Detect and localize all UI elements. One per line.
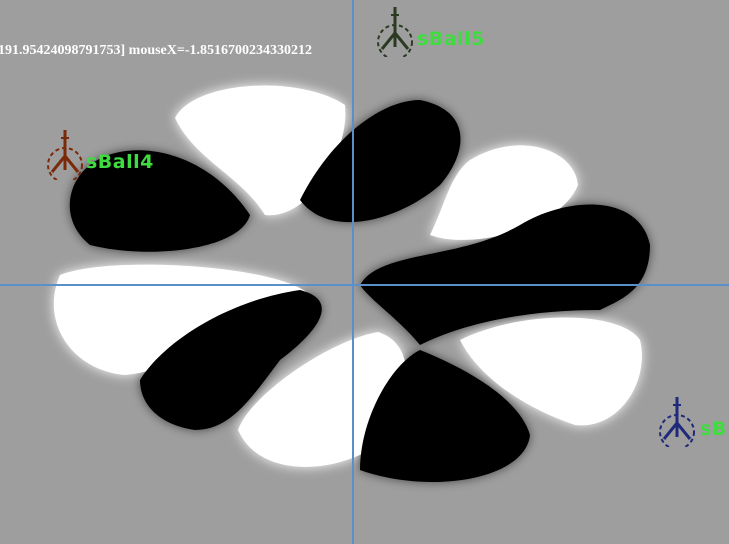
field-canvas[interactable] (0, 0, 729, 544)
ball-label: sBall5 (417, 28, 485, 50)
mouse-coordinate-readout: 191.95424098791753] mouseX=-1.8516700234… (0, 43, 313, 58)
ball-label: sBall4 (86, 151, 154, 173)
ball-label: sB (700, 419, 727, 439)
tripod-marker-icon[interactable] (38, 126, 92, 180)
tripod-marker-icon[interactable] (650, 393, 704, 447)
tripod-marker-icon[interactable] (368, 3, 422, 57)
